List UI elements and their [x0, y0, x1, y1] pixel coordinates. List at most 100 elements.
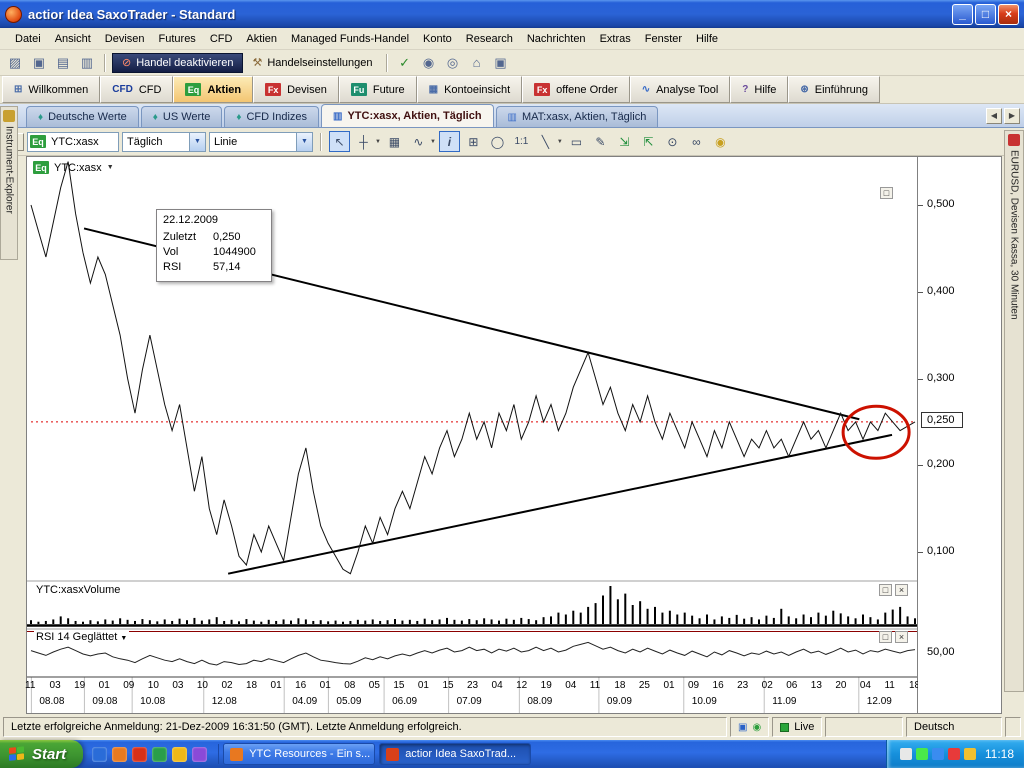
volume-pane-header: YTC:xasxVolume □ × [27, 584, 915, 596]
module-hilfe[interactable]: ?Hilfe [730, 76, 788, 103]
price-pane-maximize-icon[interactable]: □ [880, 187, 893, 199]
quick-launch-icon[interactable] [192, 747, 207, 762]
x-axis-day-label: 06 [786, 680, 797, 691]
menu-managed-funds-handel[interactable]: Managed Funds-Handel [284, 30, 416, 48]
eurusd-panel-strip[interactable]: EURUSD, Devisen Kassa, 30 Minuten [1004, 130, 1024, 692]
dock-tool-icon[interactable]: ⊞ [463, 131, 484, 152]
minimize-button[interactable]: _ [952, 4, 973, 25]
menu-futures[interactable]: Futures [152, 30, 203, 48]
symbol-input[interactable] [48, 133, 118, 151]
module-devisen[interactable]: FxDevisen [253, 76, 339, 103]
period-select[interactable]: Täglich ▼ [122, 132, 206, 152]
doc-tab-deutsche-werte[interactable]: ♦Deutsche Werte [26, 106, 139, 127]
tray-icon[interactable] [948, 748, 960, 760]
doc-tab-ytc-xasx-aktien-täglich[interactable]: ▥YTC:xasx, Aktien, Täglich [321, 104, 494, 127]
back-icon[interactable]: ◉ [418, 53, 440, 73]
quick-launch-icon[interactable] [92, 747, 107, 762]
module-aktien[interactable]: EqAktien [173, 76, 253, 103]
task-button-actior-idea-saxotrad[interactable]: actior Idea SaxoTrad... [379, 743, 531, 765]
menu-extras[interactable]: Extras [593, 30, 638, 48]
tab-scroll-right-icon[interactable]: ▶ [1004, 108, 1020, 124]
chevron-down-icon[interactable]: ▼ [430, 139, 436, 145]
alarm-bell-icon[interactable]: ◉ [710, 131, 731, 152]
module-willkommen[interactable]: ⊞Willkommen [2, 76, 100, 103]
home-icon[interactable]: ⌂ [466, 53, 488, 73]
start-button[interactable]: Start [0, 740, 83, 768]
close-button[interactable]: × [998, 4, 1019, 25]
crosshair-tool-icon[interactable]: ┼ [353, 131, 374, 152]
save-all-icon[interactable]: ▤ [52, 53, 74, 73]
x-axis-day-label: 25 [639, 680, 650, 691]
doc-tab-us-werte[interactable]: ♦US Werte [141, 106, 223, 127]
pointer-tool-icon[interactable]: ↖ [329, 131, 350, 152]
module-analyse-tool[interactable]: ∿Analyse Tool [630, 76, 731, 103]
quick-launch-icon[interactable] [112, 747, 127, 762]
quick-launch-icon[interactable] [152, 747, 167, 762]
module-offene-order[interactable]: Fxoffene Order [522, 76, 630, 103]
price-axis-label: 0,100 [927, 545, 955, 557]
quick-launch-icon[interactable] [132, 747, 147, 762]
x-axis-day-label: 02 [762, 680, 773, 691]
confirm-icon[interactable]: ✓ [394, 53, 416, 73]
menu-konto[interactable]: Konto [416, 30, 459, 48]
link-charts-icon[interactable]: ∞ [686, 131, 707, 152]
zoom-tool-icon[interactable]: ◯ [487, 131, 508, 152]
autoscale-icon[interactable]: ⇱ [638, 131, 659, 152]
rsi-pane-label[interactable]: RSI 14 Geglättet ▼ [34, 631, 129, 643]
grid-tool-icon[interactable]: ▦ [384, 131, 405, 152]
menu-hilfe[interactable]: Hilfe [689, 30, 725, 48]
doc-tab-mat-xasx-aktien-täglich[interactable]: ▥MAT:xasx, Aktien, Täglich [496, 106, 659, 127]
menu-devisen[interactable]: Devisen [98, 30, 152, 48]
annotation-tool-icon[interactable]: ✎ [590, 131, 611, 152]
save-icon[interactable]: ▣ [28, 53, 50, 73]
volume-pane-close-icon[interactable]: × [895, 584, 908, 596]
status-bar: Letzte erfolgreiche Anmeldung: 21-Dez-20… [0, 714, 1024, 740]
menu-datei[interactable]: Datei [8, 30, 48, 48]
menu-research[interactable]: Research [459, 30, 520, 48]
chevron-down-icon[interactable]: ▼ [375, 139, 381, 145]
info-tool-icon[interactable]: i [439, 131, 460, 152]
price-axis-tick [918, 205, 923, 206]
one-to-one-zoom-icon[interactable]: 1:1 [511, 131, 532, 152]
instrument-explorer-strip[interactable]: Instrument-Explorer [0, 106, 18, 260]
tray-icon[interactable] [964, 748, 976, 760]
tray-icon[interactable] [900, 748, 912, 760]
trendline-tool-icon[interactable]: ╲ [535, 131, 556, 152]
chart-legend[interactable]: Eq YTC:xasx ▼ [33, 161, 114, 174]
menu-ansicht[interactable]: Ansicht [48, 30, 98, 48]
disable-trading-button[interactable]: ⊘ Handel deaktivieren [112, 53, 243, 73]
module-cfd[interactable]: CFDCFD [100, 76, 173, 103]
tab-scroll-left-icon[interactable]: ◀ [986, 108, 1002, 124]
volume-pane-maximize-icon[interactable]: □ [879, 584, 892, 596]
expand-chart-icon[interactable]: ⇲ [614, 131, 635, 152]
open-folder-icon[interactable]: ▨ [4, 53, 26, 73]
price-axis[interactable]: 50,00 0,5000,4000,3000,2000,1000,250 [918, 156, 1002, 714]
rsi-pane-maximize-icon[interactable]: □ [879, 631, 892, 643]
menu-fenster[interactable]: Fenster [638, 30, 689, 48]
menu-cfd[interactable]: CFD [203, 30, 240, 48]
module-einführung[interactable]: ⊛Einführung [788, 76, 880, 103]
rsi-pane-close-icon[interactable]: × [895, 631, 908, 643]
chart-style-select[interactable]: Linie ▼ [209, 132, 313, 152]
forward-icon[interactable]: ◎ [442, 53, 464, 73]
x-axis-day-label: 19 [74, 680, 85, 691]
indicator-tool-icon[interactable]: ∿ [408, 131, 429, 152]
task-button-ytc-resources-ein-s[interactable]: YTC Resources - Ein s... [223, 743, 375, 765]
print-icon[interactable]: ▥ [76, 53, 98, 73]
trade-settings-button[interactable]: ⚒ Handelseinstellungen [245, 53, 379, 73]
module-kontoeinsicht[interactable]: ▦Kontoeinsicht [417, 76, 523, 103]
eraser-tool-icon[interactable]: ▭ [566, 131, 587, 152]
doc-tab-label: MAT:xasx, Aktien, Täglich [522, 111, 646, 123]
menu-nachrichten[interactable]: Nachrichten [520, 30, 593, 48]
module-future[interactable]: FuFuture [339, 76, 417, 103]
tray-icon[interactable] [916, 748, 928, 760]
chevron-down-icon[interactable]: ▼ [557, 139, 563, 145]
tray-icon[interactable] [932, 748, 944, 760]
quick-launch-icon[interactable] [172, 747, 187, 762]
maximize-button[interactable]: □ [975, 4, 996, 25]
doc-tab-cfd-indizes[interactable]: ♦CFD Indizes [224, 106, 319, 127]
snapshot-icon[interactable]: ⊙ [662, 131, 683, 152]
status-resize-grip [1005, 717, 1021, 737]
menu-aktien[interactable]: Aktien [239, 30, 284, 48]
window-frame-icon[interactable]: ▣ [490, 53, 512, 73]
